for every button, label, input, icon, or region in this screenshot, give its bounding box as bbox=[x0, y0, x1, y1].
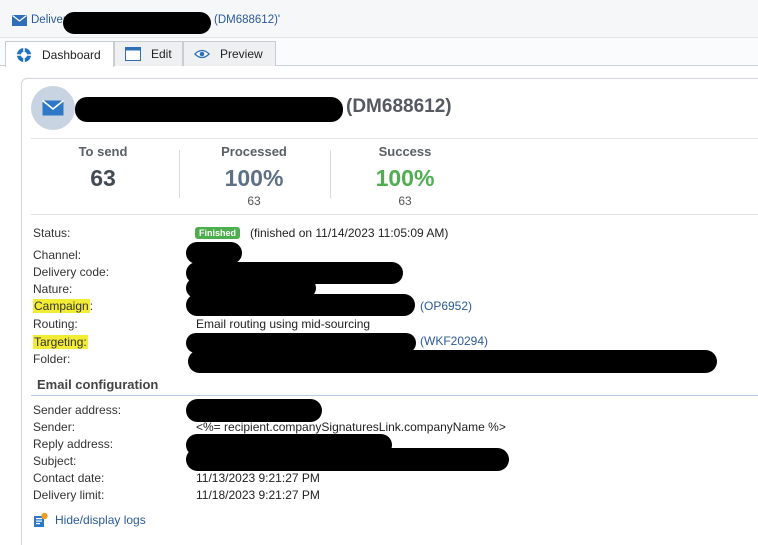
targeting-link[interactable]: (WKF20294) bbox=[420, 334, 488, 348]
delivery-code-header: (DM688612) bbox=[346, 96, 452, 117]
delivery-code-label: Delivery code: bbox=[33, 265, 110, 279]
tab-dashboard-label: Dashboard bbox=[42, 47, 101, 62]
targeting-label-highlight: Targeting: bbox=[33, 335, 88, 349]
redacted-campaign bbox=[186, 294, 415, 316]
redacted-sender-address bbox=[186, 399, 322, 422]
edit-window-icon bbox=[125, 46, 141, 62]
stat-separator bbox=[179, 150, 180, 198]
tab-edit[interactable]: Edit bbox=[114, 41, 183, 66]
status-label: Status: bbox=[33, 226, 71, 240]
tab-preview[interactable]: Preview bbox=[183, 41, 276, 66]
campaign-link[interactable]: (OP6952) bbox=[420, 299, 472, 313]
stat-processed: Processed 100% 63 bbox=[194, 144, 314, 208]
routing-value[interactable]: Email routing using mid-sourcing bbox=[196, 317, 370, 331]
targeting-label: Targeting: bbox=[33, 335, 88, 349]
contact-date-value: 11/13/2023 9:21:27 PM bbox=[196, 471, 320, 485]
redacted-title bbox=[63, 12, 211, 34]
stat-success-label: Success bbox=[378, 144, 432, 159]
redacted-subject bbox=[186, 448, 509, 471]
divider bbox=[31, 138, 758, 139]
envelope-icon bbox=[42, 100, 64, 116]
hide-display-logs-label: Hide/display logs bbox=[55, 513, 146, 527]
window-title-code: (DM688612)' bbox=[214, 14, 281, 26]
dashboard-icon bbox=[16, 47, 32, 63]
stat-to-send: To send 63 bbox=[43, 144, 163, 192]
status-badge: Finished bbox=[195, 227, 241, 239]
tab-edit-label: Edit bbox=[151, 47, 172, 61]
stat-success-count: 63 bbox=[398, 194, 412, 208]
delivery-limit-label: Delivery limit: bbox=[33, 488, 105, 502]
sender-value: <%= recipient.companySignaturesLink.comp… bbox=[196, 420, 506, 434]
tab-bar: Dashboard Edit Preview bbox=[0, 38, 758, 67]
status-text: (finished on 11/14/2023 11:05:09 AM) bbox=[250, 226, 449, 240]
stat-separator bbox=[330, 150, 331, 198]
section-divider bbox=[31, 395, 758, 396]
sender-label: Sender: bbox=[33, 420, 76, 434]
redacted-folder bbox=[188, 350, 717, 373]
stat-processed-value: 100% bbox=[224, 165, 284, 191]
tab-dashboard[interactable]: Dashboard bbox=[5, 41, 114, 67]
logs-icon bbox=[34, 512, 48, 527]
campaign-label-colon: : bbox=[89, 299, 94, 313]
redacted-delivery-name bbox=[75, 97, 343, 122]
window-title-prefix: Deliver bbox=[31, 14, 67, 26]
divider bbox=[31, 214, 758, 215]
stat-to-send-value: 63 bbox=[90, 165, 116, 191]
nature-label: Nature: bbox=[33, 282, 73, 296]
envelope-icon bbox=[12, 15, 27, 26]
delivery-avatar bbox=[31, 86, 75, 130]
sender-address-label: Sender address: bbox=[33, 403, 122, 417]
channel-label: Channel: bbox=[33, 248, 82, 262]
subject-label: Subject: bbox=[33, 454, 77, 468]
stat-processed-label: Processed bbox=[221, 144, 287, 159]
contact-date-label: Contact date: bbox=[33, 471, 105, 485]
campaign-label: Campaign: bbox=[33, 299, 93, 313]
reply-address-label: Reply address: bbox=[33, 437, 114, 451]
redacted-channel bbox=[186, 242, 242, 264]
stat-processed-count: 63 bbox=[247, 194, 261, 208]
stat-to-send-label: To send bbox=[78, 144, 128, 159]
delivery-limit-value: 11/18/2023 9:21:27 PM bbox=[196, 488, 320, 502]
window-title-bar: Deliver (DM688612)' bbox=[0, 0, 758, 38]
tab-preview-label: Preview bbox=[220, 47, 263, 61]
campaign-label-highlight: Campaign bbox=[33, 299, 90, 313]
stat-success: Success 100% 63 bbox=[345, 144, 465, 208]
hide-display-logs-link[interactable]: Hide/display logs bbox=[33, 512, 146, 528]
routing-label: Routing: bbox=[33, 317, 78, 331]
folder-label: Folder: bbox=[33, 352, 71, 366]
stat-success-value: 100% bbox=[375, 165, 435, 191]
eye-icon bbox=[194, 46, 210, 62]
email-config-title: Email configuration bbox=[37, 377, 159, 392]
